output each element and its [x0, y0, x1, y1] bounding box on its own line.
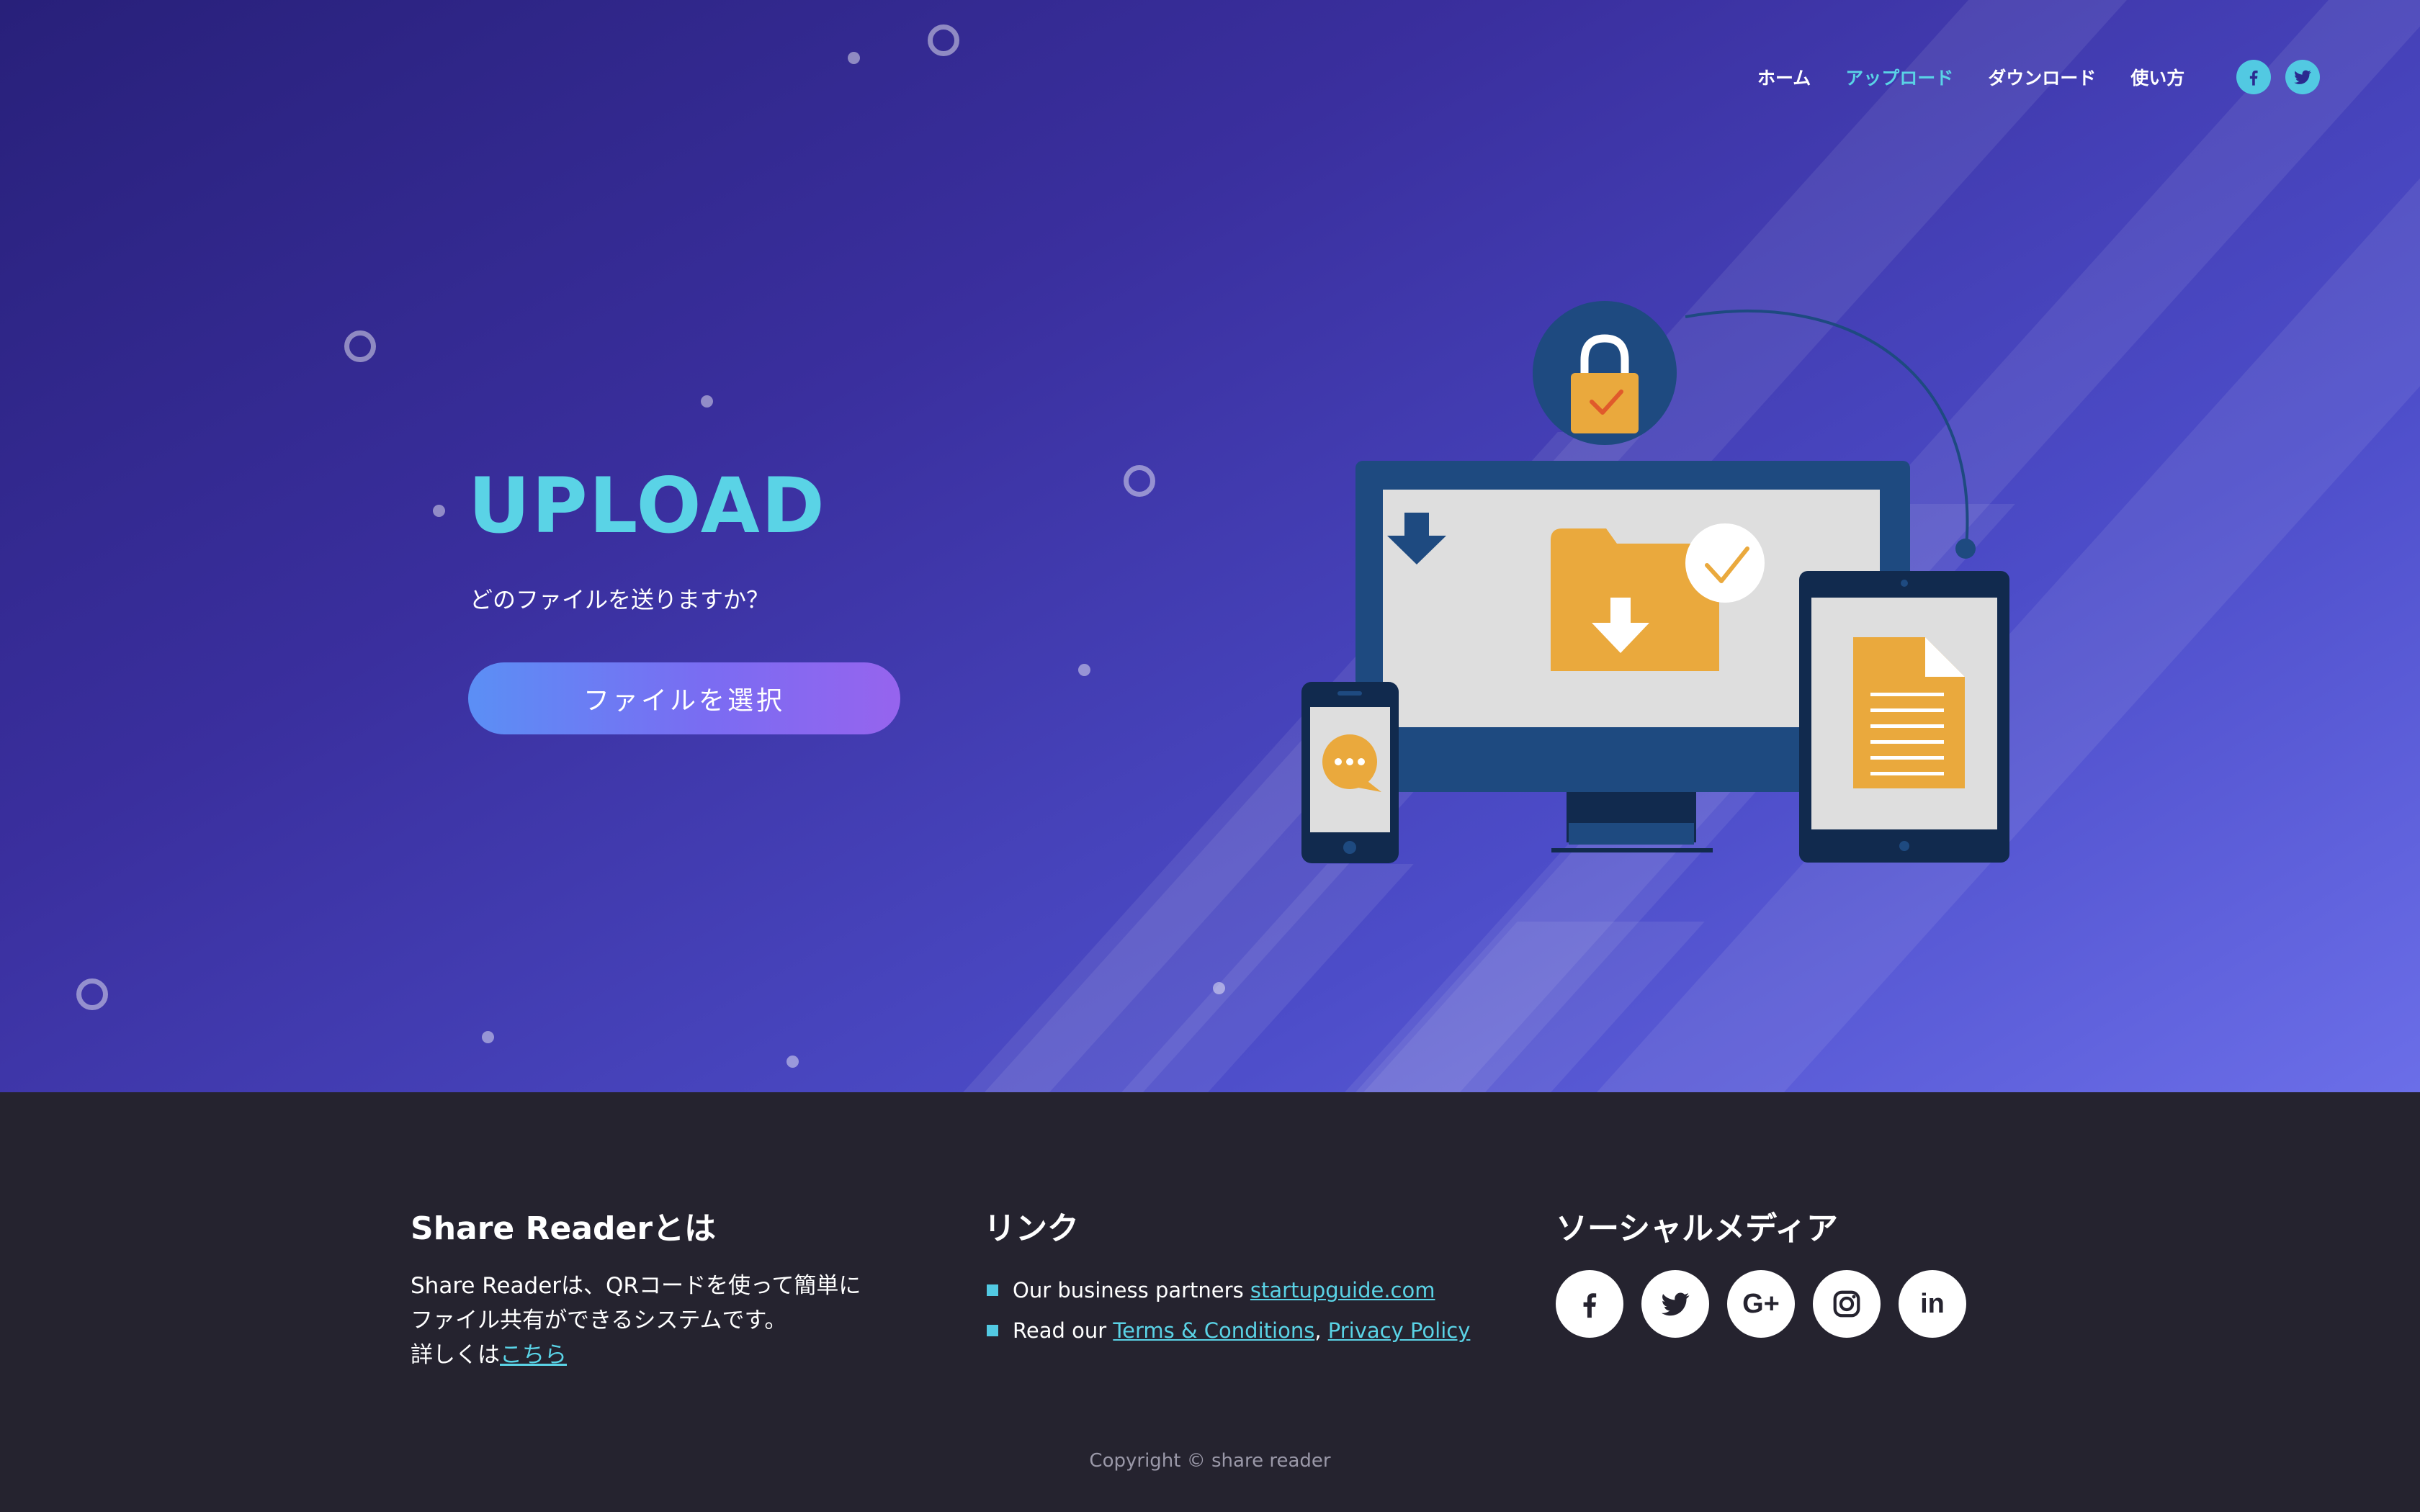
footer-social: ソーシャルメディア G+ in — [1556, 1202, 1984, 1338]
linkedin-icon[interactable]: in — [1899, 1270, 1966, 1338]
twitter-icon[interactable] — [2285, 60, 2321, 94]
footer-link-list: Our business partners startupguide.com R… — [984, 1270, 1470, 1351]
decorative-ring — [344, 330, 376, 362]
list-item: Read our Terms & Conditions , Privacy Po… — [984, 1310, 1470, 1351]
details-link[interactable]: こちら — [500, 1342, 567, 1368]
social-media-row: G+ in — [1556, 1270, 1984, 1338]
footer-about-text: Share Readerは、QRコードを使って簡単に ファイル共有ができるシステ… — [411, 1269, 861, 1372]
list-item: Our business partners startupguide.com — [984, 1270, 1470, 1310]
link-separator: , — [1314, 1318, 1328, 1343]
footer-about-line: Share Readerは、QRコードを使って簡単に — [411, 1273, 861, 1299]
instagram-icon[interactable] — [1813, 1270, 1881, 1338]
copyright-text: Copyright © share reader — [1089, 1450, 1331, 1472]
twitter-icon[interactable] — [1641, 1270, 1709, 1338]
decorative-dot — [482, 1031, 494, 1043]
footer-about-line: ファイル共有ができるシステムです。 — [411, 1308, 787, 1333]
page-subtitle: どのファイルを送りますか？ — [470, 586, 770, 613]
page-title: UPLOAD — [468, 462, 826, 550]
footer-about-line: 詳しくはこちら — [411, 1338, 861, 1372]
decorative-dot — [701, 395, 713, 408]
file-sharing-illustration — [1301, 301, 2009, 863]
decorative-ring — [76, 978, 108, 1010]
top-navigation: ホーム アップロード ダウンロード 使い方 — [1757, 59, 2321, 95]
nav-link-download[interactable]: ダウンロード — [1988, 64, 2096, 90]
nav-social-icons — [2222, 60, 2321, 94]
google-plus-icon[interactable]: G+ — [1727, 1270, 1795, 1338]
startupguide-link[interactable]: startupguide.com — [1250, 1270, 1435, 1310]
decorative-ring — [928, 24, 959, 56]
decorative-dot — [848, 52, 860, 64]
facebook-icon[interactable] — [1556, 1270, 1623, 1338]
square-bullet-icon — [987, 1284, 998, 1296]
square-bullet-icon — [987, 1325, 998, 1336]
nav-link-home[interactable]: ホーム — [1757, 64, 1811, 90]
decorative-dot — [786, 1056, 799, 1068]
decorative-dot — [1213, 982, 1225, 994]
footer-about: Share Readerとは Share Readerは、QRコードを使って簡単… — [411, 1202, 861, 1372]
footer-about-heading: Share Readerとは — [411, 1210, 717, 1247]
terms-link[interactable]: Terms & Conditions — [1113, 1310, 1314, 1351]
footer-links: リンク Our business partners startupguide.c… — [984, 1202, 1470, 1351]
decorative-dot — [433, 505, 445, 517]
hero-section: ホーム アップロード ダウンロード 使い方 UPLOAD どのファイルを送ります… — [0, 0, 2420, 1092]
read-our-text: Read our — [1013, 1318, 1113, 1343]
privacy-link[interactable]: Privacy Policy — [1328, 1310, 1471, 1351]
decorative-dot — [1078, 664, 1090, 676]
nav-link-how-to-use[interactable]: 使い方 — [2130, 64, 2184, 90]
decorative-ring — [1124, 465, 1155, 497]
nav-link-upload[interactable]: アップロード — [1845, 64, 1953, 90]
footer-social-heading: ソーシャルメディア — [1556, 1210, 1839, 1247]
footer-links-heading: リンク — [984, 1210, 1079, 1247]
partners-text: Our business partners — [1013, 1278, 1250, 1302]
footer-about-prefix: 詳しくは — [411, 1342, 500, 1368]
select-file-button[interactable]: ファイルを選択 — [468, 662, 900, 734]
facebook-icon[interactable] — [2236, 60, 2272, 94]
